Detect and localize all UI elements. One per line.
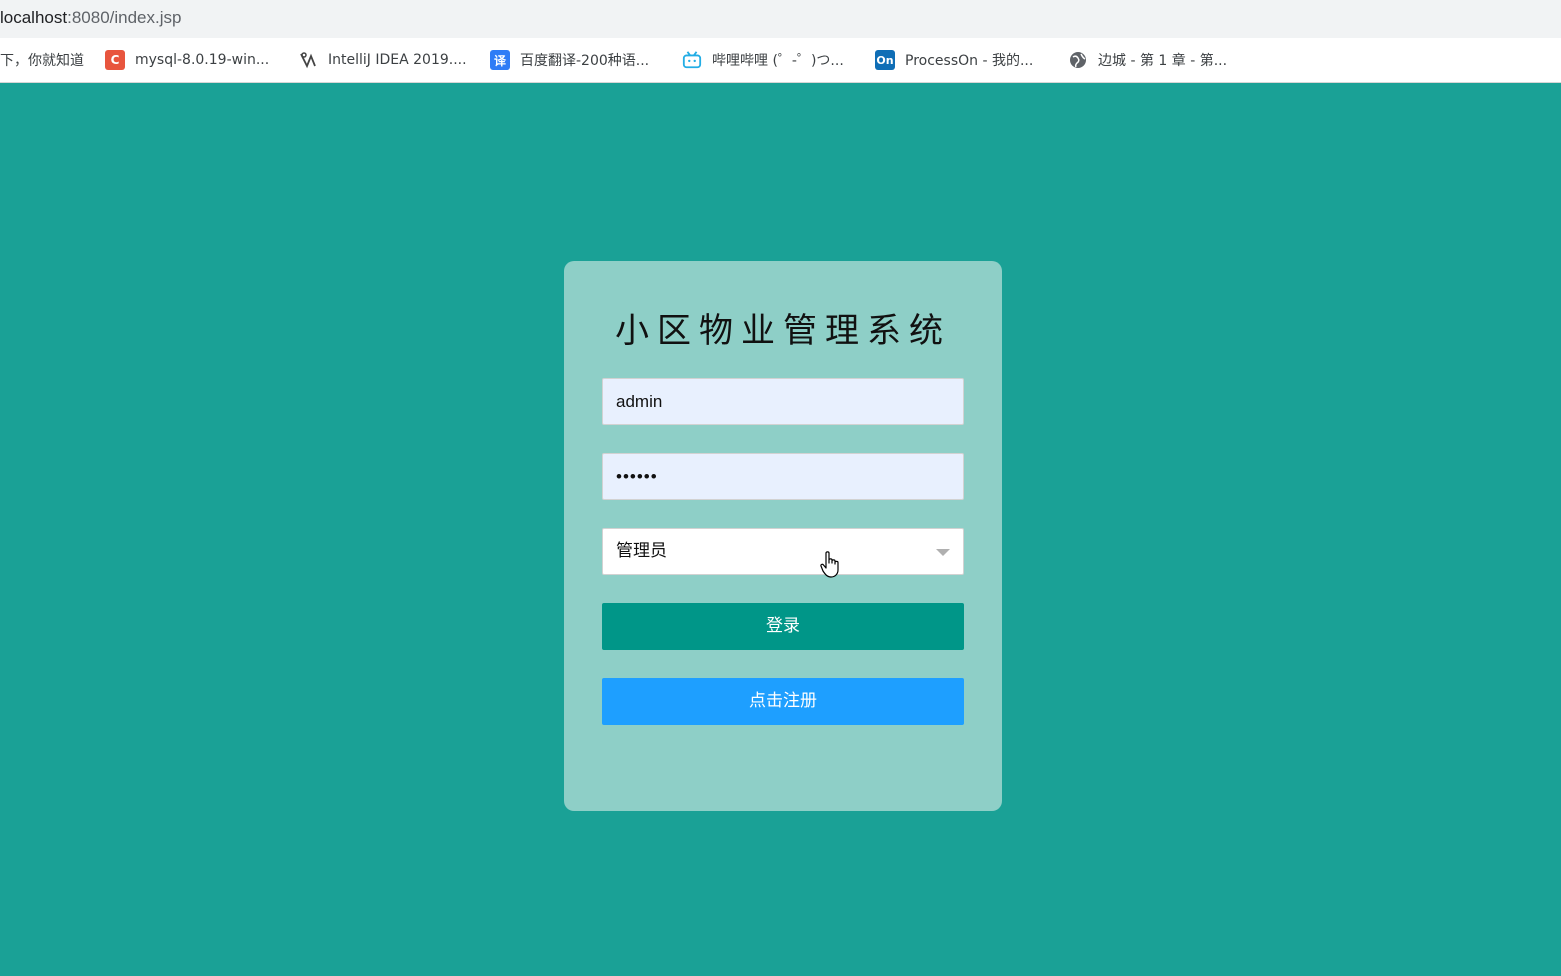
bookmark-label: 边城 - 第 1 章 - 第... [1098,53,1228,69]
address-bar[interactable]: localhost:8080/index.jsp [0,0,1561,38]
bookmark-label: ProcessOn - 我的... [905,53,1034,69]
bookmark-label: 哔哩哔哩 (゜-゜)つ... [712,53,844,69]
chevron-down-icon [936,549,950,556]
page-background: 小区物业管理系统 admin •••••• 管理员 登录 点击注册 [0,83,1561,976]
username-input[interactable]: admin [602,378,964,425]
bookmark-item-bilibili[interactable]: 哔哩哔哩 (゜-゜)つ... [682,49,844,71]
register-button[interactable]: 点击注册 [602,678,964,725]
globe-icon [1068,50,1088,70]
bookmark-label: IntelliJ IDEA 2019.... [328,52,467,68]
hand-cursor-icon [820,551,839,578]
bookmark-item-baidu-fanyi[interactable]: 译 百度翻译-200种语... [490,49,649,71]
bookmark-item-intellij[interactable]: IntelliJ IDEA 2019.... [298,49,467,71]
url-host: localhost [0,8,68,27]
url-path: :8080/index.jsp [67,8,182,27]
processon-icon: On [875,50,895,70]
password-input[interactable]: •••••• [602,453,964,500]
csdn-icon: C [105,50,125,70]
intellij-icon [298,50,318,70]
login-button[interactable]: 登录 [602,603,964,650]
bilibili-icon [682,50,702,70]
role-selected-value: 管理员 [616,541,667,561]
role-select[interactable]: 管理员 [602,528,964,575]
bookmark-label: mysql-8.0.19-win... [135,52,270,68]
page-title: 小区物业管理系统 [615,311,951,351]
bookmark-label: 百度翻译-200种语... [520,53,650,69]
bookmarks-bar: 下，你就知道 C mysql-8.0.19-win... IntelliJ ID… [0,38,1561,83]
bookmark-item-processon[interactable]: On ProcessOn - 我的... [875,49,1033,71]
translate-icon: 译 [490,50,510,70]
bookmark-item-biancheng[interactable]: 边城 - 第 1 章 - 第... [1068,49,1227,71]
bookmark-item-mysql[interactable]: C mysql-8.0.19-win... [105,49,269,71]
url-text[interactable]: localhost:8080/index.jsp [0,8,181,28]
bookmark-item-baidu[interactable]: 下，你就知道 [0,49,84,71]
login-card: 小区物业管理系统 admin •••••• 管理员 登录 点击注册 [564,261,1002,811]
bookmark-label: 下，你就知道 [0,53,84,69]
